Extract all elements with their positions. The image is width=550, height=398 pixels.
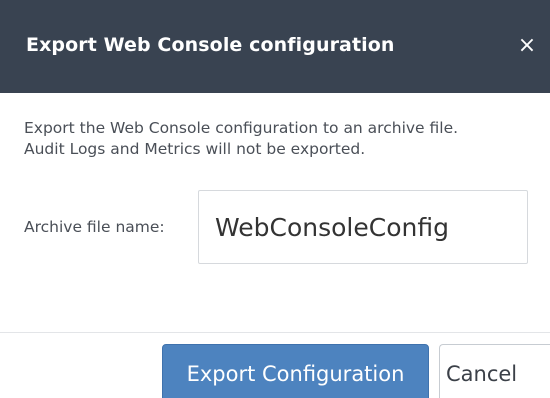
cancel-button[interactable]: Cancel (439, 344, 550, 398)
description-line-1: Export the Web Console configuration to … (24, 119, 459, 137)
archive-file-name-input[interactable] (198, 190, 528, 264)
export-configuration-button[interactable]: Export Configuration (162, 344, 429, 398)
close-icon[interactable]: × (513, 29, 541, 63)
dialog-header: Export Web Console configuration × (0, 0, 550, 93)
export-config-dialog: Export Web Console configuration × Expor… (0, 0, 550, 398)
archive-file-name-label: Archive file name: (24, 218, 165, 236)
description-line-2: Audit Logs and Metrics will not be expor… (24, 140, 366, 158)
footer-divider (0, 332, 550, 333)
dialog-description: Export the Web Console configuration to … (24, 118, 534, 160)
dialog-title: Export Web Console configuration (26, 34, 395, 56)
